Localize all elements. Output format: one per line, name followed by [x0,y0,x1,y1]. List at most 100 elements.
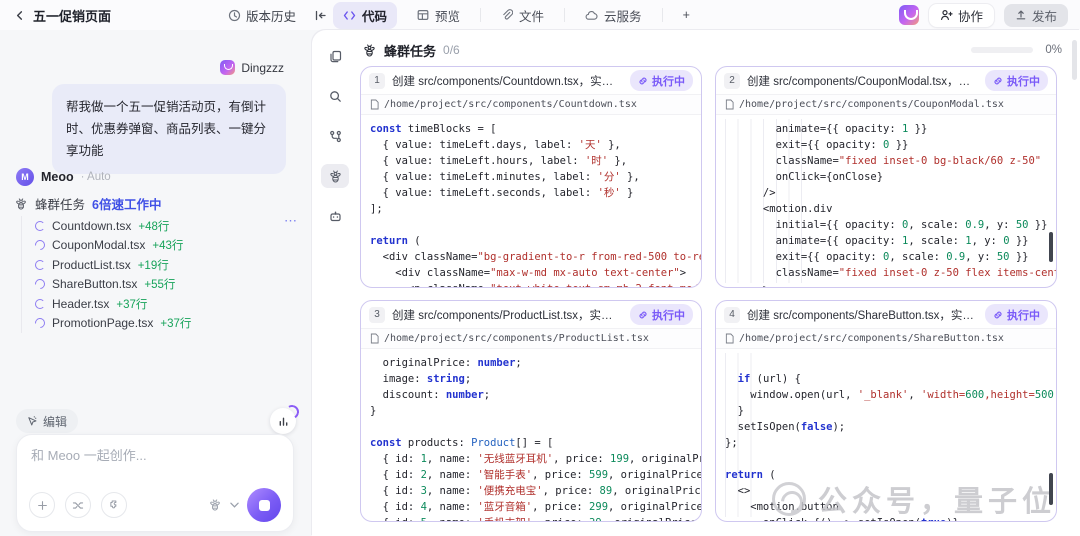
divider [564,8,565,22]
tab-code[interactable]: 代码 [333,2,397,29]
tab-preview[interactable]: 预览 [407,2,470,29]
task-panel-coupon-modal: 2 创建 src/components/CouponModal.tsx，实现优惠… [715,66,1057,288]
upload-icon [1015,9,1027,21]
edit-cursor-icon [27,416,38,427]
collapse-sidebar-icon[interactable] [314,9,327,22]
top-bar: 五一促销页面 版本历史 代码 预览 [0,0,1080,30]
shuffle-button[interactable] [65,492,91,518]
bee-icon [14,197,28,211]
list-item[interactable]: Header.tsx+37行 [35,294,300,314]
list-item[interactable]: CouponModal.tsx+43行 [35,236,300,256]
user-avatar[interactable] [899,5,919,25]
status-badge[interactable]: 执行中 [985,70,1048,91]
add-attachment-button[interactable] [29,492,55,518]
task-description: 创建 src/components/Countdown.tsx，实现五一促销倒计… [392,73,623,89]
chat-input-card [16,434,294,532]
copy-files-icon[interactable] [321,44,349,68]
version-history-button[interactable]: 版本历史 [228,6,296,25]
list-item[interactable]: PromotionPage.tsx+37行 [35,314,300,334]
chat-sidebar: Dingzzz 帮我做一个五一促销活动页，有倒计时、优惠券弹窗、商品列表、一键分… [0,30,312,536]
progress-percent: 0% [1045,44,1062,56]
swarm-speed-status: 6倍速工作中 [92,194,161,213]
file-icon [370,333,379,344]
plugin-button[interactable] [101,492,127,518]
tab-cloud[interactable]: 云服务 [575,2,652,29]
swarm-task-label: 蜂群任务 [35,194,85,213]
plus-icon: + [683,8,690,22]
file-path-bar: /home/project/src/components/ProductList… [361,328,701,349]
stop-icon [259,500,270,511]
spinner-icon [33,277,47,291]
bar-chart-icon [278,416,289,427]
spinner-icon [35,260,45,270]
task-panel-share-button: 4 创建 src/components/ShareButton.tsx，实现一键… [715,300,1057,522]
generated-file-list: Countdown.tsx+48行 CouponModal.tsx+43行 Pr… [21,216,300,333]
swarm-title: 蜂群任务 [384,41,436,60]
task-number-badge: 4 [724,307,740,323]
task-number-badge: 2 [724,73,740,89]
status-badge[interactable]: 执行中 [630,304,693,325]
bee-icon [362,43,377,58]
scrollbar-thumb[interactable] [1049,473,1053,505]
more-options-icon[interactable]: ⋯ [284,216,298,226]
code-editor[interactable]: animate={{ opacity: 1 }} exit={{ opacity… [716,115,1056,287]
paperclip-icon [501,9,513,21]
file-icon [370,99,379,110]
file-icon [725,333,734,344]
task-panel-countdown: 1 创建 src/components/Countdown.tsx，实现五一促销… [360,66,702,288]
task-description: 创建 src/components/ProductList.tsx，实现商品列表… [392,307,623,323]
user-message-bubble: 帮我做一个五一促销活动页，有倒计时、优惠券弹窗、商品列表、一键分享功能 [52,84,286,174]
assistant-name: Meoo [41,170,74,184]
scrollbar-thumb[interactable] [1049,232,1053,262]
spinner-icon [33,316,47,330]
file-path-bar: /home/project/src/components/CouponModal… [716,94,1056,115]
task-description: 创建 src/components/ShareButton.tsx，实现一键分享… [747,307,978,323]
list-item[interactable]: ProductList.tsx+19行 [35,255,300,275]
robot-icon[interactable] [321,204,349,228]
task-number-badge: 3 [369,307,385,323]
code-editor[interactable]: if (url) { window.open(url, '_blank', 'w… [716,349,1056,521]
user-name: Dingzzz [241,61,284,75]
chat-input[interactable] [31,448,279,463]
stop-generation-button[interactable] [247,488,281,522]
task-count: 0/6 [443,43,460,57]
scrollbar[interactable] [1072,40,1077,80]
status-badge[interactable]: 执行中 [630,70,693,91]
divider [662,8,663,22]
file-icon [725,99,734,110]
chevron-down-icon[interactable] [230,502,239,508]
edit-chip[interactable]: 编辑 [16,409,78,433]
task-description: 创建 src/components/CouponModal.tsx，实现优惠券弹… [747,73,978,89]
tab-files[interactable]: 文件 [491,2,554,29]
workflow-icon[interactable] [321,124,349,148]
swarm-header: 蜂群任务 0/6 0% [362,38,1062,62]
collaborate-button[interactable]: 协作 [929,4,994,27]
code-editor[interactable]: const timeBlocks = [ { value: timeLeft.d… [361,115,701,287]
spinner-icon [35,299,45,309]
file-path-bar: /home/project/src/components/ShareButton… [716,328,1056,349]
bee-mode-icon[interactable] [208,498,222,512]
back-icon[interactable] [14,10,25,21]
assistant-mode: · Auto [81,171,111,183]
progress-bar [971,47,1033,53]
user-avatar-small [220,60,235,75]
tab-add[interactable]: + [673,4,700,26]
swarm-bee-icon[interactable] [321,164,349,188]
cloud-icon [585,10,598,21]
tool-rail [312,30,358,536]
person-plus-icon [940,9,953,21]
task-panel-product-list: 3 创建 src/components/ProductList.tsx，实现商品… [360,300,702,522]
divider [480,8,481,22]
list-item[interactable]: Countdown.tsx+48行 [35,216,300,236]
stats-button[interactable] [270,408,296,434]
task-number-badge: 1 [369,73,385,89]
code-editor[interactable]: originalPrice: number; image: string; di… [361,349,701,521]
search-icon[interactable] [321,84,349,108]
spinner-icon [35,221,45,231]
spinner-icon [33,238,47,252]
publish-button[interactable]: 发布 [1004,4,1068,27]
code-icon [343,10,356,21]
list-item[interactable]: ShareButton.tsx+55行 [35,275,300,295]
status-badge[interactable]: 执行中 [985,304,1048,325]
assistant-avatar: M [16,168,34,186]
